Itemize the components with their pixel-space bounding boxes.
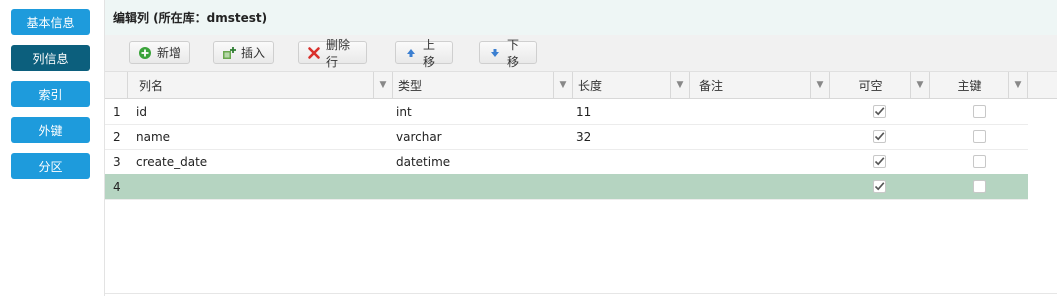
nullable-checkbox[interactable] bbox=[873, 149, 886, 174]
insert-icon bbox=[222, 46, 236, 60]
column-name-cell[interactable]: create_date bbox=[136, 149, 207, 174]
nav-index-button[interactable]: 索引 bbox=[11, 81, 90, 107]
delete-row-label: 删除行 bbox=[326, 37, 351, 69]
nullable-checkbox[interactable] bbox=[873, 99, 886, 124]
grid-header: 列名 ▼ 类型 ▼ 长度 ▼ 备注 ▼ 可空 ▼ 主键 ▼ bbox=[105, 72, 1057, 99]
column-header-primary-key-label: 主键 bbox=[957, 78, 982, 93]
row-number-header bbox=[105, 72, 128, 98]
checkbox-checked-icon bbox=[873, 105, 886, 118]
add-circle-icon bbox=[138, 46, 152, 60]
insert-button[interactable]: 插入 bbox=[213, 41, 274, 64]
column-type-cell[interactable]: datetime bbox=[396, 149, 450, 174]
move-down-button[interactable]: 下移 bbox=[479, 38, 537, 69]
row-number: 1 bbox=[113, 104, 121, 119]
insert-label: 插入 bbox=[241, 46, 266, 60]
column-header-type-label: 类型 bbox=[398, 78, 423, 93]
move-down-label: 下移 bbox=[507, 37, 520, 69]
checkbox-checked-icon bbox=[873, 180, 886, 193]
table-row[interactable]: 2 name varchar 32 bbox=[105, 124, 1028, 150]
nav-partition-button[interactable]: 分区 bbox=[11, 153, 90, 179]
add-button[interactable]: 新增 bbox=[129, 41, 190, 64]
column-header-nullable[interactable]: 可空 ▼ bbox=[830, 72, 930, 98]
column-header-primary-key[interactable]: 主键 ▼ bbox=[930, 72, 1028, 98]
checkbox-unchecked-icon bbox=[973, 105, 986, 118]
dropdown-arrow-icon[interactable]: ▼ bbox=[670, 72, 689, 98]
column-header-name-label: 列名 bbox=[139, 78, 164, 93]
column-header-comment-label: 备注 bbox=[699, 78, 724, 93]
primary-key-checkbox[interactable] bbox=[973, 99, 986, 124]
row-number: 3 bbox=[113, 154, 121, 169]
column-header-nullable-label: 可空 bbox=[858, 78, 883, 93]
sidebar: 基本信息 列信息 索引 外键 分区 bbox=[0, 0, 105, 296]
move-up-button[interactable]: 上移 bbox=[395, 38, 453, 69]
dropdown-arrow-icon[interactable]: ▼ bbox=[553, 72, 572, 98]
primary-key-checkbox[interactable] bbox=[973, 149, 986, 174]
nav-foreign-key-button[interactable]: 外键 bbox=[11, 117, 90, 143]
checkbox-checked-icon bbox=[873, 155, 886, 168]
column-header-length[interactable]: 长度 ▼ bbox=[573, 72, 690, 98]
title-bar: 编辑列 (所在库：dmstest) bbox=[105, 0, 1057, 35]
column-type-cell[interactable]: varchar bbox=[396, 124, 442, 149]
grid-bottom-border bbox=[105, 293, 1057, 294]
column-name-cell[interactable]: id bbox=[136, 99, 147, 124]
nav-basic-info-button[interactable]: 基本信息 bbox=[11, 9, 90, 35]
nav-columns-button[interactable]: 列信息 bbox=[11, 45, 90, 71]
delete-row-button[interactable]: 删除行 bbox=[298, 38, 367, 69]
main-panel: 编辑列 (所在库：dmstest) 新增 插入 删除行 上移 下移 列名 ▼ 类… bbox=[105, 0, 1057, 296]
column-header-length-label: 长度 bbox=[578, 78, 603, 93]
dropdown-arrow-icon[interactable]: ▼ bbox=[910, 72, 929, 98]
column-header-type[interactable]: 类型 ▼ bbox=[393, 72, 573, 98]
table-row[interactable]: 1 id int 11 bbox=[105, 99, 1028, 125]
arrow-up-icon bbox=[404, 46, 418, 60]
primary-key-checkbox[interactable] bbox=[973, 124, 986, 149]
row-number: 4 bbox=[113, 179, 121, 194]
page-title: 编辑列 (所在库：dmstest) bbox=[113, 11, 268, 25]
dropdown-arrow-icon[interactable]: ▼ bbox=[1008, 72, 1027, 98]
column-type-cell[interactable]: int bbox=[396, 99, 412, 124]
column-length-cell[interactable]: 32 bbox=[576, 124, 591, 149]
primary-key-checkbox[interactable] bbox=[973, 174, 986, 199]
column-length-cell[interactable]: 11 bbox=[576, 99, 591, 124]
arrow-down-icon bbox=[488, 46, 502, 60]
column-header-comment[interactable]: 备注 ▼ bbox=[690, 72, 830, 98]
dropdown-arrow-icon[interactable]: ▼ bbox=[810, 72, 829, 98]
delete-x-icon bbox=[307, 46, 321, 60]
table-row[interactable]: 3 create_date datetime bbox=[105, 149, 1028, 175]
checkbox-checked-icon bbox=[873, 130, 886, 143]
checkbox-unchecked-icon bbox=[973, 180, 986, 193]
nullable-checkbox[interactable] bbox=[873, 174, 886, 199]
checkbox-unchecked-icon bbox=[973, 155, 986, 168]
dropdown-arrow-icon[interactable]: ▼ bbox=[373, 72, 392, 98]
table-row-selected[interactable]: 4 bbox=[105, 174, 1028, 200]
nullable-checkbox[interactable] bbox=[873, 124, 886, 149]
column-header-name[interactable]: 列名 ▼ bbox=[128, 72, 393, 98]
checkbox-unchecked-icon bbox=[973, 130, 986, 143]
move-up-label: 上移 bbox=[423, 37, 436, 69]
add-label: 新增 bbox=[157, 46, 182, 60]
row-number: 2 bbox=[113, 129, 121, 144]
toolbar: 新增 插入 删除行 上移 下移 bbox=[105, 35, 1057, 72]
column-name-cell[interactable]: name bbox=[136, 124, 170, 149]
